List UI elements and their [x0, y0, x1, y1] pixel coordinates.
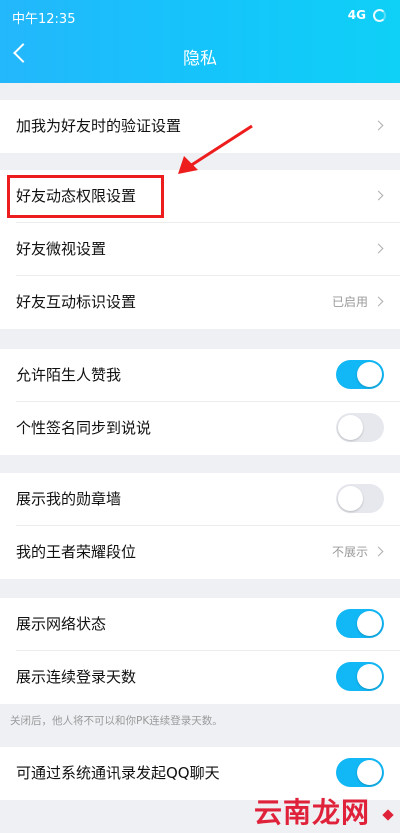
row-network-status: 展示网络状态: [0, 598, 400, 651]
row-stranger-likes: 允许陌生人赞我: [0, 349, 400, 402]
row-medal-wall: 展示我的勋章墙: [0, 473, 400, 526]
network-status-toggle[interactable]: [336, 609, 384, 638]
toggle-knob: [357, 611, 382, 636]
row-label: 个性签名同步到说说: [16, 419, 152, 437]
contacts-chat-toggle[interactable]: [336, 758, 384, 787]
row-label: 展示网络状态: [16, 615, 107, 633]
row-value: 已启用: [331, 295, 368, 309]
row-weishi-settings[interactable]: 好友微视设置: [0, 223, 400, 276]
status-time: 中午12:35: [12, 12, 76, 27]
login-streak-hint: 关闭后，他人将不可以和你PK连续登录天数。: [10, 715, 223, 727]
chevron-right-icon: [373, 546, 384, 557]
network-indicator: 4G: [347, 8, 366, 22]
signature-sync-toggle[interactable]: [336, 413, 384, 442]
row-value: 不展示: [331, 545, 368, 559]
row-label: 展示我的勋章墙: [16, 490, 122, 508]
row-login-streak: 展示连续登录天数: [0, 651, 400, 704]
toggle-knob: [338, 415, 363, 440]
medal-wall-toggle[interactable]: [336, 484, 384, 513]
row-label: 展示连续登录天数: [16, 668, 137, 686]
chevron-right-icon: [373, 296, 384, 307]
row-signature-sync: 个性签名同步到说说: [0, 402, 400, 455]
highlight-box: [7, 175, 164, 218]
row-label: 好友互动标识设置: [16, 293, 137, 311]
toggle-knob: [357, 362, 382, 387]
row-label: 我的王者荣耀段位: [16, 543, 137, 561]
row-label: 允许陌生人赞我: [16, 366, 122, 384]
toggle-knob: [338, 486, 363, 511]
watermark-logo: 云南龙网: [253, 796, 370, 829]
page-title: 隐私: [183, 49, 217, 69]
row-label: 好友微视设置: [16, 240, 107, 258]
chevron-right-icon: [373, 243, 384, 254]
stranger-likes-toggle[interactable]: [336, 360, 384, 389]
title-bar: 中午12:35 4G 隐私: [0, 0, 400, 83]
toggle-knob: [357, 664, 382, 689]
chevron-right-icon: [373, 190, 384, 201]
watermark-mark-icon: [382, 809, 394, 821]
login-streak-toggle[interactable]: [336, 662, 384, 691]
row-label: 加我为好友时的验证设置: [16, 117, 182, 135]
row-interaction-badges[interactable]: 好友互动标识设置 已启用: [0, 276, 400, 329]
row-honor-of-kings-rank[interactable]: 我的王者荣耀段位 不展示: [0, 526, 400, 579]
annotation-arrow-icon: [178, 124, 253, 174]
chevron-right-icon: [373, 120, 384, 131]
row-label: 可通过系统通讯录发起QQ聊天: [16, 764, 220, 782]
toggle-knob: [357, 760, 382, 785]
loading-icon: [373, 9, 386, 22]
